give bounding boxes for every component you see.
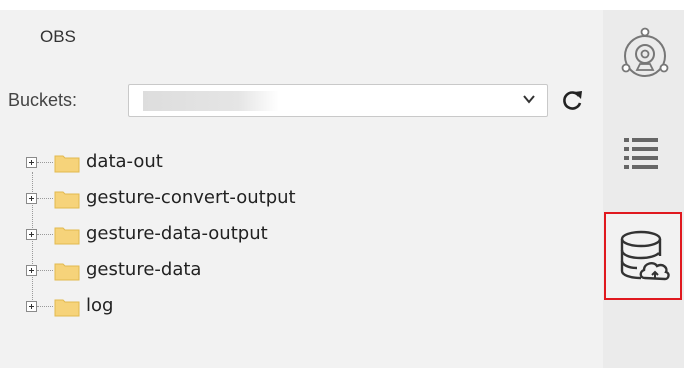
tree-connector	[37, 270, 53, 271]
expand-icon[interactable]	[26, 157, 37, 168]
tree-item[interactable]: log	[20, 294, 420, 322]
tree-item-label[interactable]: gesture-convert-output	[86, 187, 296, 208]
list-icon[interactable]	[624, 134, 658, 170]
tree-item[interactable]: gesture-data	[20, 258, 420, 286]
database-cloud-icon[interactable]	[619, 230, 671, 286]
folder-icon	[54, 299, 80, 317]
chevron-down-icon	[523, 95, 535, 104]
folder-icon	[54, 191, 80, 209]
tree-item[interactable]: gesture-convert-output	[20, 186, 420, 214]
tree-connector	[37, 198, 53, 199]
folder-icon	[54, 155, 80, 173]
expand-icon[interactable]	[26, 229, 37, 240]
folder-icon	[54, 263, 80, 281]
expand-icon[interactable]	[26, 193, 37, 204]
tree-item[interactable]: gesture-data-output	[20, 222, 420, 250]
expand-icon[interactable]	[26, 265, 37, 276]
bucket-select-value	[143, 91, 279, 111]
tree-connector	[37, 162, 53, 163]
buckets-label: Buckets:	[8, 90, 78, 110]
tree-item-label[interactable]: gesture-data	[86, 259, 201, 280]
panel-title: OBS	[40, 27, 76, 46]
camera-icon[interactable]	[620, 26, 670, 82]
bucket-select[interactable]	[128, 84, 548, 117]
tree-item-label[interactable]: log	[86, 295, 113, 316]
tree-item[interactable]: data-out	[20, 150, 420, 178]
obs-selected-highlight[interactable]	[604, 212, 682, 300]
expand-icon[interactable]	[26, 301, 37, 312]
tree-connector	[37, 234, 53, 235]
tree-item-label[interactable]: gesture-data-output	[86, 223, 268, 244]
refresh-icon[interactable]	[561, 88, 585, 112]
obs-window: OBS Buckets: data-out gesture-convert-ou…	[0, 0, 684, 382]
tree-item-label[interactable]: data-out	[86, 151, 163, 172]
tree-connector	[37, 306, 53, 307]
folder-icon	[54, 227, 80, 245]
